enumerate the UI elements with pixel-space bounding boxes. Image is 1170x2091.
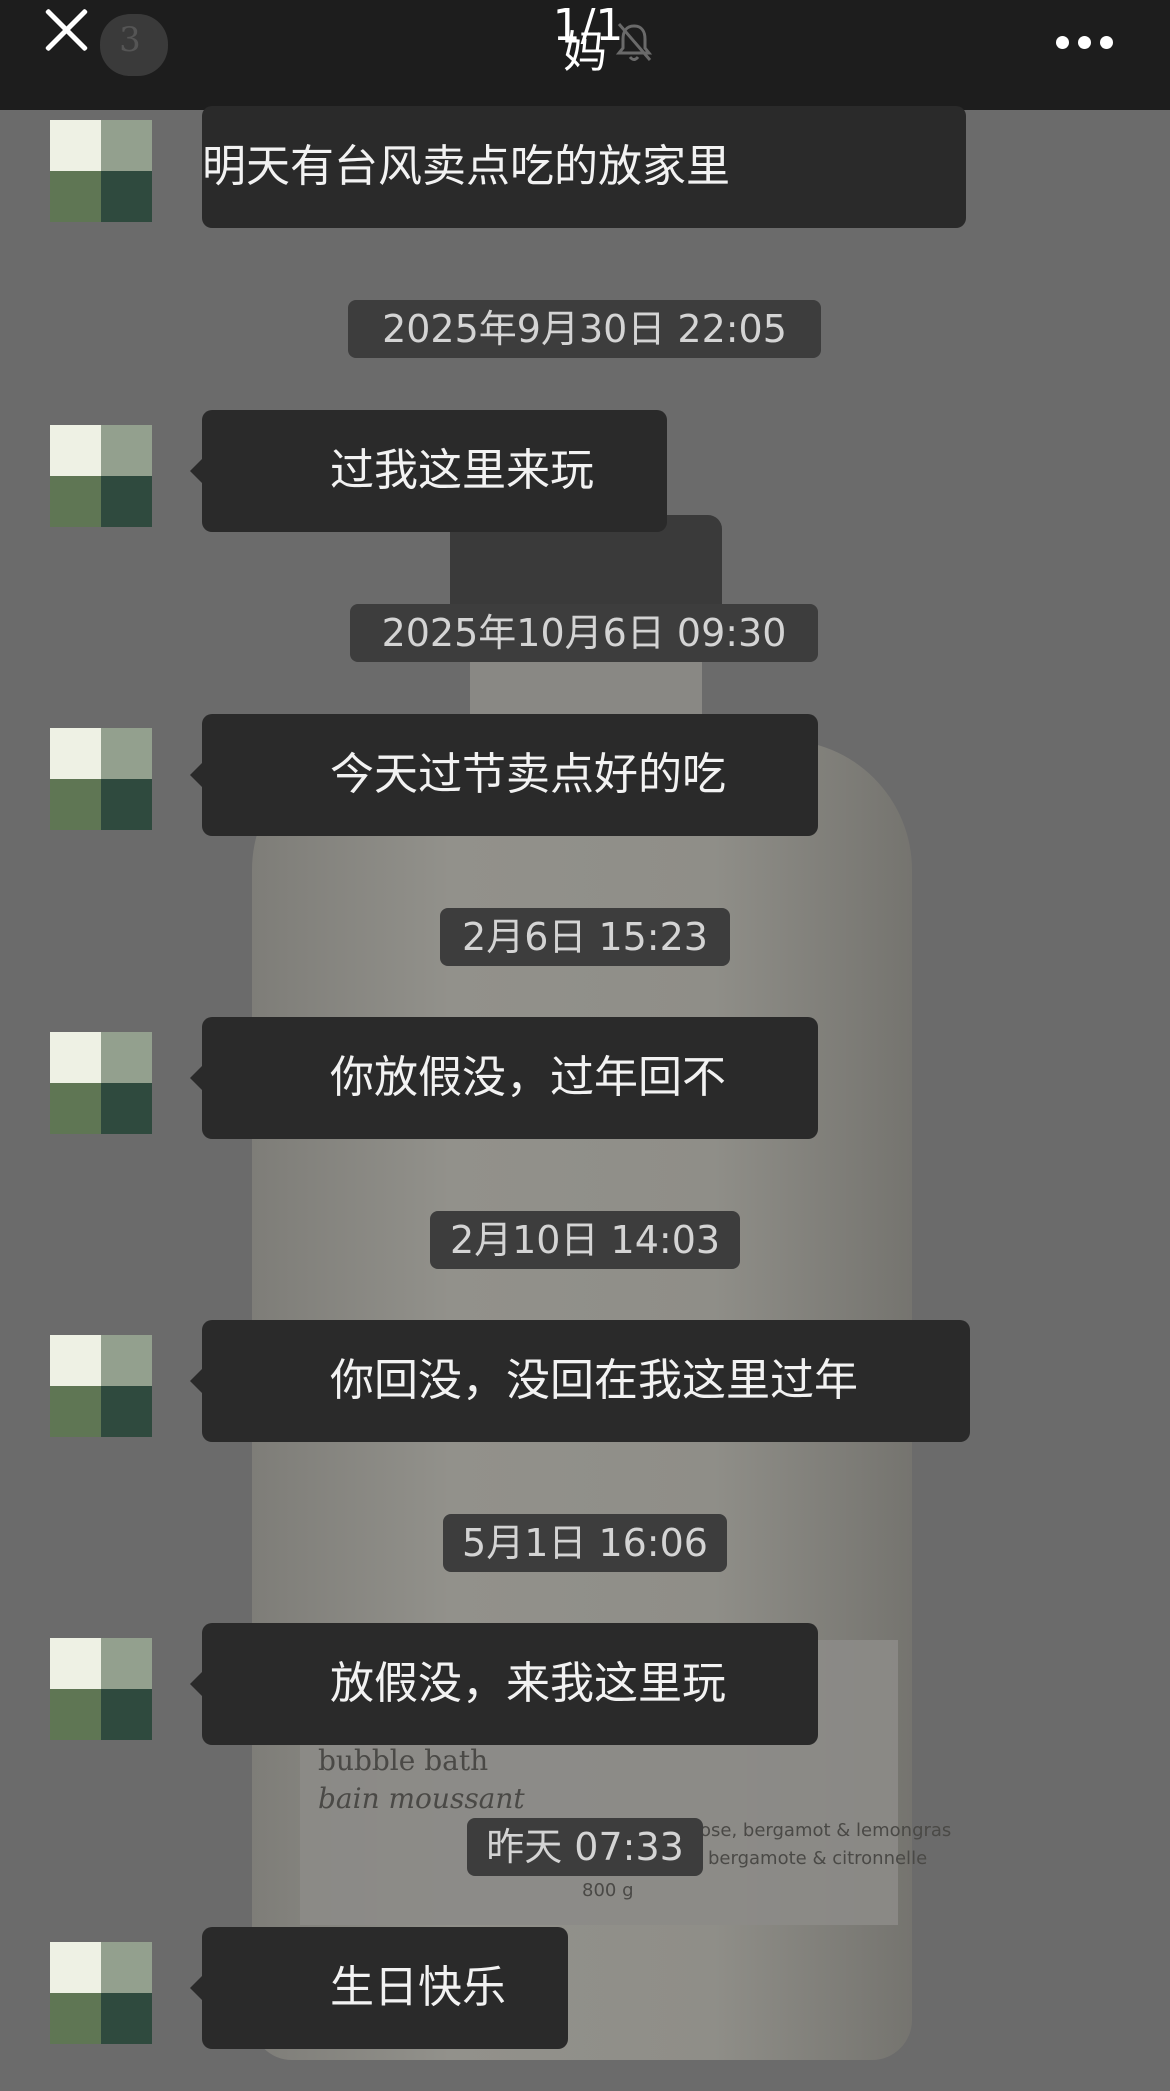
timestamp: 2月10日 14:03 — [430, 1211, 740, 1269]
more-options-icon[interactable] — [1056, 36, 1116, 52]
label-line-3: ose, bergamot & lemongras — [700, 1820, 952, 1841]
timestamp: 2月6日 15:23 — [440, 908, 730, 966]
avatar[interactable] — [50, 1942, 152, 2044]
avatar[interactable] — [50, 1335, 152, 1437]
timestamp: 昨天 07:33 — [467, 1818, 703, 1876]
avatar[interactable] — [50, 1032, 152, 1134]
message-bubble[interactable]: 过我这里来玩 — [190, 410, 667, 532]
message-bubble[interactable]: 放假没，来我这里玩 — [190, 1623, 818, 1745]
label-line-1: bubble bath — [318, 1744, 489, 1777]
timestamp: 2025年9月30日 22:05 — [348, 300, 821, 358]
avatar[interactable] — [50, 120, 152, 222]
message-bubble[interactable]: 明天有台风卖点吃的放家里 — [202, 106, 966, 228]
label-line-4: bergamote & citronnelle — [708, 1848, 928, 1869]
timestamp: 5月1日 16:06 — [443, 1514, 727, 1572]
label-line-2: bain moussant — [318, 1782, 525, 1815]
timestamp: 2025年10月6日 09:30 — [350, 604, 818, 662]
message-bubble[interactable]: 生日快乐 — [190, 1927, 568, 2049]
avatar[interactable] — [50, 728, 152, 830]
label-weight: 800 g — [582, 1880, 634, 1901]
message-bubble[interactable]: 你放假没，过年回不 — [190, 1017, 818, 1139]
avatar[interactable] — [50, 425, 152, 527]
message-bubble[interactable]: 你回没，没回在我这里过年 — [190, 1320, 970, 1442]
mute-bell-icon — [615, 23, 653, 61]
top-bar: 3 妈 1/1 — [0, 0, 1170, 110]
message-bubble[interactable]: 今天过节卖点好的吃 — [190, 714, 818, 836]
avatar[interactable] — [50, 1638, 152, 1740]
